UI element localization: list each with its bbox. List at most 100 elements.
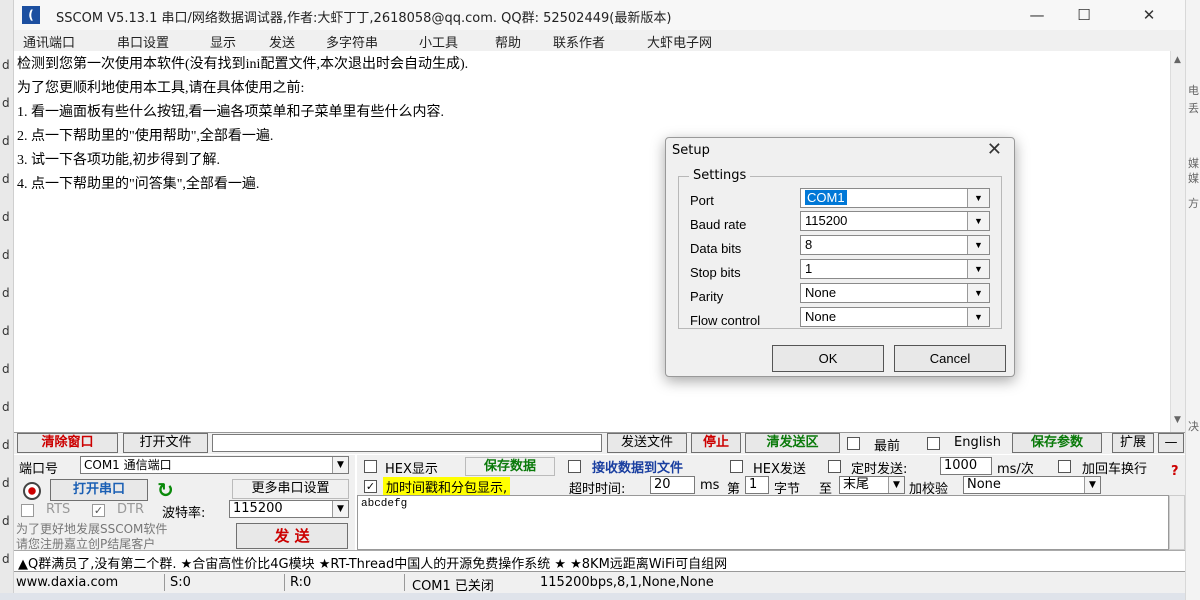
chevron-down-icon[interactable]: ▼ (967, 189, 989, 207)
clear-window-button[interactable]: 清除窗口 (17, 433, 118, 453)
baud-select[interactable]: 115200 ▼ (229, 500, 349, 518)
chevron-down-icon[interactable]: ▼ (967, 212, 989, 230)
edge-fragment: d (2, 362, 10, 376)
timed-send-checkbox[interactable] (828, 460, 841, 473)
receive-scrollbar[interactable]: ▲ ▼ (1170, 51, 1185, 432)
topmost-checkbox[interactable] (847, 437, 860, 450)
dtr-checkbox[interactable]: ✓ (92, 504, 105, 517)
minimize-button[interactable]: — (1017, 4, 1057, 26)
open-file-button[interactable]: 打开文件 (123, 433, 208, 453)
status-url[interactable]: www.daxia.com (16, 575, 118, 590)
send-scrollbar[interactable] (1169, 495, 1185, 550)
port-setting-label: Port (690, 193, 714, 208)
edge-fragment: d (2, 400, 10, 414)
to-select[interactable]: 末尾 ▼ (839, 476, 905, 494)
baud-setting-select[interactable]: 115200 ▼ (800, 211, 990, 231)
english-checkbox[interactable] (927, 437, 940, 450)
hex-display-checkbox[interactable] (364, 460, 377, 473)
chevron-down-icon[interactable]: ▼ (967, 260, 989, 278)
cancel-button[interactable]: Cancel (894, 345, 1006, 372)
edge-fragment: 媒 (1188, 157, 1199, 170)
chevron-down-icon[interactable]: ▼ (332, 457, 348, 473)
help-icon[interactable]: ? (1171, 464, 1179, 479)
left-edge-strip: d d d d d d d d d d d d d d (0, 0, 14, 600)
close-button[interactable]: ✕ (1129, 4, 1169, 26)
rts-checkbox[interactable] (21, 504, 34, 517)
port-select[interactable]: COM1 通信端口 ▼ (80, 456, 349, 474)
menu-display[interactable]: 显示 (210, 32, 236, 51)
taskbar-edge (0, 593, 1200, 600)
receive-toolbar: 清除窗口 打开文件 发送文件 停止 清发送区 最前 English 保存参数 扩… (14, 432, 1185, 454)
save-params-button[interactable]: 保存参数 (1012, 433, 1102, 453)
hex-send-checkbox[interactable] (730, 460, 743, 473)
dialog-close-icon[interactable]: ✕ (987, 139, 1002, 160)
hex-send-label: HEX发送 (753, 462, 806, 477)
ok-button[interactable]: OK (772, 345, 884, 372)
menu-multi-string[interactable]: 多字符串 (326, 32, 378, 51)
scroll-up-icon[interactable]: ▲ (1174, 55, 1181, 65)
status-bar: www.daxia.com S:0 R:0 COM1 已关闭 115200bps… (14, 571, 1185, 594)
edge-fragment: d (2, 210, 10, 224)
expand-button[interactable]: 扩展 (1112, 433, 1154, 453)
menu-serial-settings[interactable]: 串口设置 (117, 32, 169, 51)
receive-line: 为了您更顺利地使用本工具,请在具体使用之前: (17, 81, 305, 96)
file-path-field[interactable] (212, 434, 602, 452)
menu-contact-author[interactable]: 联系作者 (553, 32, 605, 51)
add-crlf-label: 加回车换行 (1082, 462, 1148, 477)
flowcontrol-setting-value: None (805, 309, 837, 324)
receive-line: 2. 点一下帮助里的"使用帮助",全部看一遍. (17, 129, 274, 144)
baud-select-value: 115200 (233, 501, 283, 516)
parity-setting-value: None (805, 285, 837, 300)
status-sent-count: S:0 (170, 575, 191, 590)
menu-help[interactable]: 帮助 (495, 32, 521, 51)
timed-send-field[interactable]: 1000 (940, 457, 992, 475)
edge-fragment: d (2, 134, 10, 148)
databits-setting-select[interactable]: 8 ▼ (800, 235, 990, 255)
timeout-field[interactable]: 20 (650, 476, 695, 494)
maximize-button[interactable]: ☐ (1064, 4, 1104, 26)
chevron-down-icon[interactable]: ▼ (888, 477, 904, 493)
stopbits-setting-label: Stop bits (690, 265, 741, 280)
edge-fragment: d (2, 476, 10, 490)
timed-send-label: 定时发送: (851, 462, 908, 477)
title-bar: ( SSCOM V5.13.1 串口/网络数据调试器,作者:大虾丁丁,26180… (14, 0, 1185, 30)
byte-index-field[interactable]: 1 (745, 476, 769, 494)
send-text-area[interactable]: abcdefg (357, 495, 1169, 550)
stopbits-setting-select[interactable]: 1 ▼ (800, 259, 990, 279)
save-data-button[interactable]: 保存数据 (465, 457, 555, 476)
window-title: SSCOM V5.13.1 串口/网络数据调试器,作者:大虾丁丁,2618058… (56, 11, 672, 26)
send-file-button[interactable]: 发送文件 (607, 433, 687, 453)
add-crlf-checkbox[interactable] (1058, 460, 1071, 473)
send-button[interactable]: 发 送 (236, 523, 348, 549)
menu-daxia-website[interactable]: 大虾电子网 (647, 32, 712, 51)
clear-send-button[interactable]: 清发送区 (745, 433, 840, 453)
port-label: 端口号 (19, 462, 59, 477)
chevron-down-icon[interactable]: ▼ (967, 284, 989, 302)
stop-button[interactable]: 停止 (691, 433, 741, 453)
more-port-settings-button[interactable]: 更多串口设置 (232, 479, 349, 499)
ad-banner[interactable]: ▲Q群满员了,没有第二个群. ★合宙高性价比4G模块 ★RT-Thread中国人… (14, 550, 1185, 572)
refresh-icon[interactable]: ↻ (157, 478, 174, 502)
open-port-button[interactable]: 打开串口 (50, 479, 148, 501)
checksum-select[interactable]: None ▼ (963, 476, 1101, 494)
timestamp-checkbox[interactable]: ✓ (364, 480, 377, 493)
collapse-button[interactable]: — (1158, 433, 1184, 453)
timed-unit-label: ms/次 (997, 462, 1034, 477)
chevron-down-icon[interactable]: ▼ (967, 236, 989, 254)
menu-comm-port[interactable]: 通讯端口 (23, 32, 75, 51)
flowcontrol-setting-select[interactable]: None ▼ (800, 307, 990, 327)
chevron-down-icon[interactable]: ▼ (967, 308, 989, 326)
dtr-label: DTR (117, 502, 144, 517)
recv-to-file-checkbox[interactable] (568, 460, 581, 473)
parity-setting-select[interactable]: None ▼ (800, 283, 990, 303)
chevron-down-icon[interactable]: ▼ (332, 501, 348, 517)
port-setting-select[interactable]: COM1 ▼ (800, 188, 990, 208)
timeout-unit-label: ms (700, 478, 720, 493)
edge-fragment: 决 (1188, 420, 1199, 433)
menu-tools[interactable]: 小工具 (419, 32, 458, 51)
dialog-title: Setup (672, 143, 710, 158)
scroll-down-icon[interactable]: ▼ (1174, 415, 1181, 425)
receive-line: 1. 看一遍面板有些什么按钮,看一遍各项菜单和子菜单里有些什么内容. (17, 105, 444, 120)
menu-send[interactable]: 发送 (269, 32, 295, 51)
chevron-down-icon[interactable]: ▼ (1084, 477, 1100, 493)
